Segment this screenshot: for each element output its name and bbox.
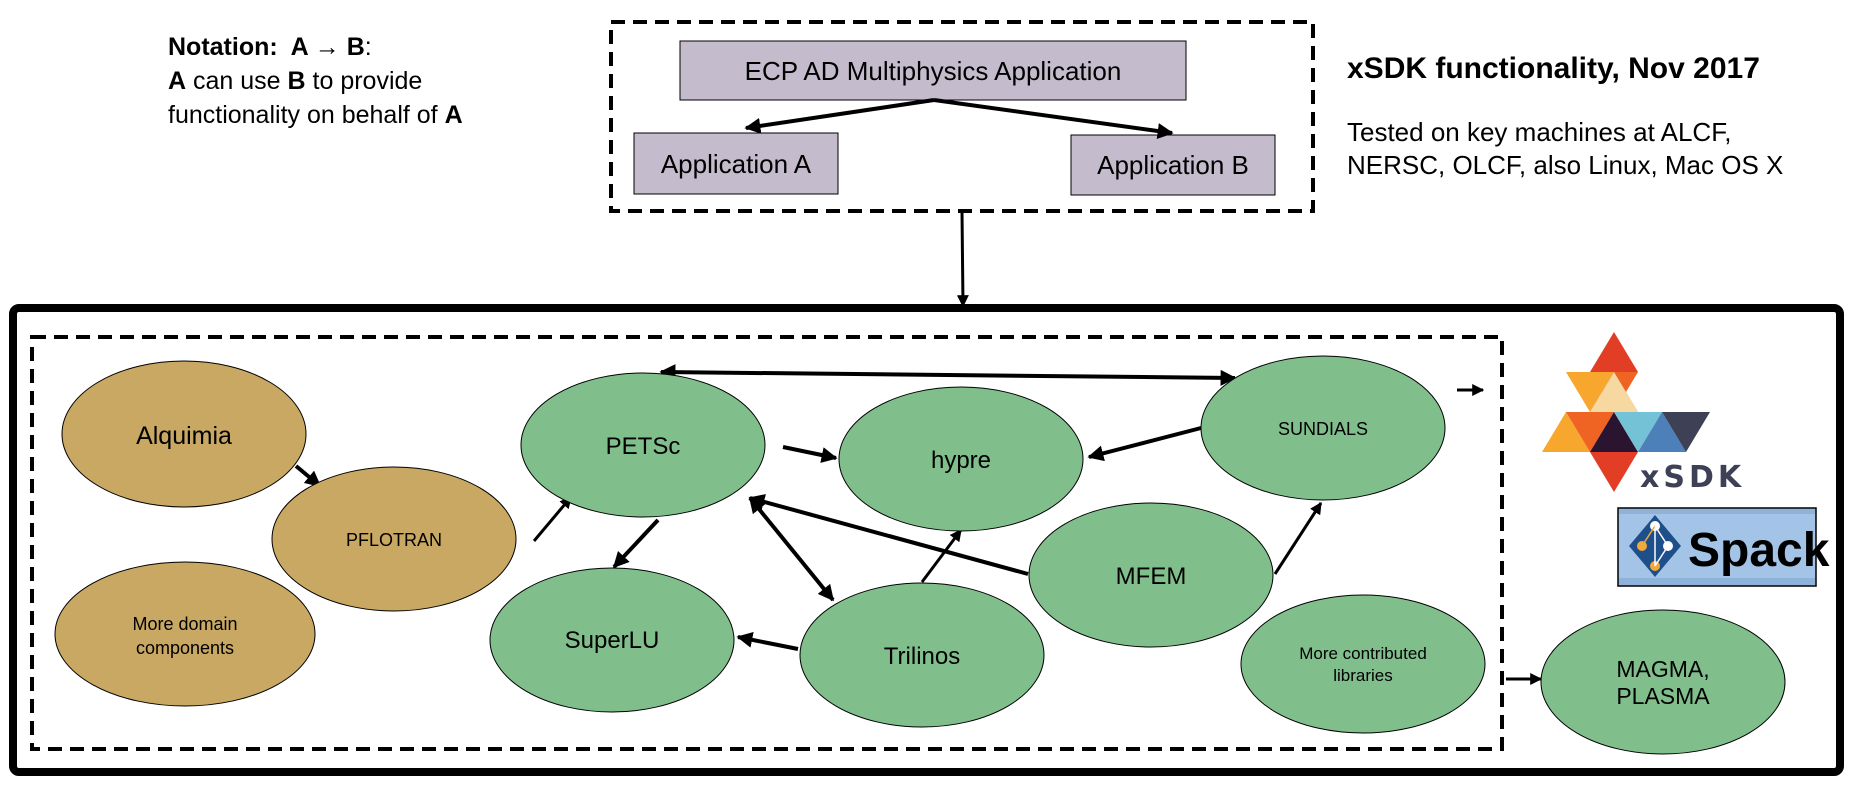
xsdk-logo: xSDK [1542, 332, 1745, 495]
node-alquimia-label: Alquimia [136, 422, 232, 450]
diagram-canvas: ECP AD Multiphysics Application Applicat… [9, 20, 1844, 776]
edge-mfem-to-sundials [1273, 501, 1323, 575]
node-trilinos-label: Trilinos [884, 643, 960, 670]
node-more-domain[interactable] [54, 561, 316, 707]
edge-petsc-to-hypre [782, 445, 838, 463]
node-superlu-label: SuperLU [565, 627, 660, 654]
edge-petsc-trilinos [748, 496, 835, 602]
node-pflotran-label: PFLOTRAN [346, 530, 442, 550]
node-more-domain-label-1: More domain [132, 614, 237, 634]
node-magma-label-2: PLASMA [1616, 683, 1710, 709]
edge-pflotran-to-petsc [532, 496, 573, 542]
node-petsc-label: PETSc [606, 433, 681, 460]
node-mfem-label: MFEM [1116, 563, 1187, 590]
node-sundials-label: SUNDIALS [1278, 419, 1368, 439]
spack-logo-text: Spack [1688, 524, 1830, 577]
node-magma-plasma[interactable] [1540, 609, 1786, 755]
node-more-domain-label-2: components [136, 638, 234, 658]
node-magma-label-1: MAGMA, [1616, 656, 1709, 682]
edge-petsc-to-superlu [612, 518, 660, 569]
node-more-contributed[interactable] [1240, 594, 1486, 734]
node-hypre-label: hypre [931, 447, 991, 474]
edge-petsc-sundials [659, 364, 1237, 386]
edge-apps-to-xsdk [956, 210, 969, 308]
application-b-label: Application B [1097, 150, 1249, 180]
ecp-app-label: ECP AD Multiphysics Application [745, 56, 1122, 86]
edge-sundials-to-hypre [1087, 426, 1202, 462]
node-more-contributed-label-1: More contributed [1299, 644, 1427, 663]
application-a-label: Application A [661, 149, 812, 179]
xsdk-logo-text: xSDK [1640, 460, 1745, 495]
node-more-contributed-label-2: libraries [1333, 666, 1393, 685]
edge-ecp-to-app-b [933, 98, 1174, 139]
edge-ecp-to-app-a [744, 98, 935, 134]
edge-trilinos-to-superlu [736, 631, 799, 651]
spack-logo: Spack [1617, 507, 1830, 587]
